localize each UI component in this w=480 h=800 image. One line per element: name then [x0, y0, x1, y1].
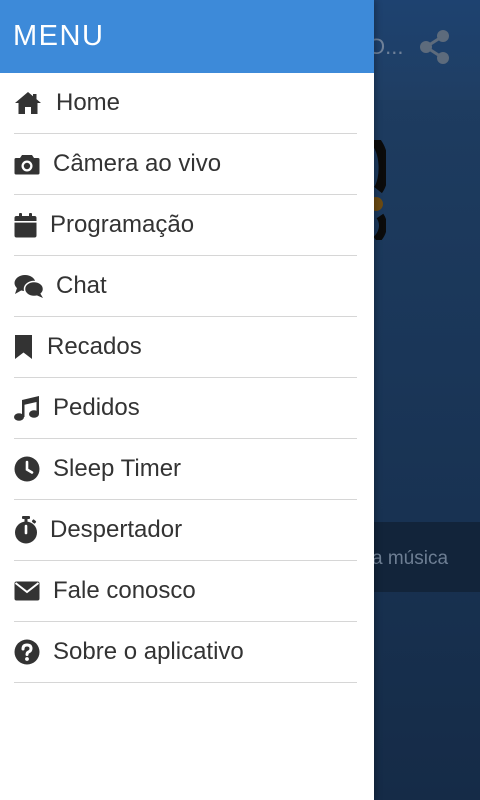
navigation-drawer: MENU Home Câmera ao vivo Programação Cha… [0, 0, 374, 800]
envelope-icon [14, 575, 53, 607]
drawer-header: MENU [0, 0, 374, 73]
menu-list: Home Câmera ao vivo Programação Chat Rec… [0, 73, 374, 683]
camera-icon [14, 148, 53, 180]
chat-icon [14, 270, 56, 302]
music-icon [14, 392, 53, 424]
menu-item-label: Fale conosco [53, 577, 196, 604]
menu-item-contact[interactable]: Fale conosco [14, 561, 357, 622]
menu-item-requests[interactable]: Pedidos [14, 378, 357, 439]
menu-item-label: Home [56, 89, 121, 116]
stopwatch-icon [14, 514, 50, 546]
menu-item-label: Sleep Timer [53, 455, 182, 482]
drawer-title: MENU [13, 20, 105, 52]
menu-item-camera[interactable]: Câmera ao vivo [14, 134, 357, 195]
menu-item-schedule[interactable]: Programação [14, 195, 357, 256]
clock-icon [14, 453, 53, 485]
menu-item-label: Sobre o aplicativo [53, 638, 244, 665]
menu-item-messages[interactable]: Recados [14, 317, 357, 378]
menu-item-home[interactable]: Home [14, 73, 357, 134]
question-icon [14, 636, 53, 668]
menu-item-label: Recados [47, 333, 142, 360]
home-icon [14, 87, 56, 119]
menu-item-sleep-timer[interactable]: Sleep Timer [14, 439, 357, 500]
menu-item-label: Pedidos [53, 394, 140, 421]
menu-item-label: Chat [56, 272, 107, 299]
bookmark-icon [14, 331, 47, 363]
menu-item-label: Programação [50, 211, 195, 238]
menu-item-chat[interactable]: Chat [14, 256, 357, 317]
share-icon[interactable] [416, 28, 454, 66]
app-screen: O... a música MENU Home Câmera ao vivo P… [0, 0, 480, 800]
menu-item-alarm[interactable]: Despertador [14, 500, 357, 561]
background-strip-text: a música [372, 548, 449, 569]
calendar-icon [14, 209, 50, 241]
menu-item-label: Câmera ao vivo [53, 150, 222, 177]
menu-item-about[interactable]: Sobre o aplicativo [14, 622, 357, 683]
menu-item-label: Despertador [50, 516, 183, 543]
